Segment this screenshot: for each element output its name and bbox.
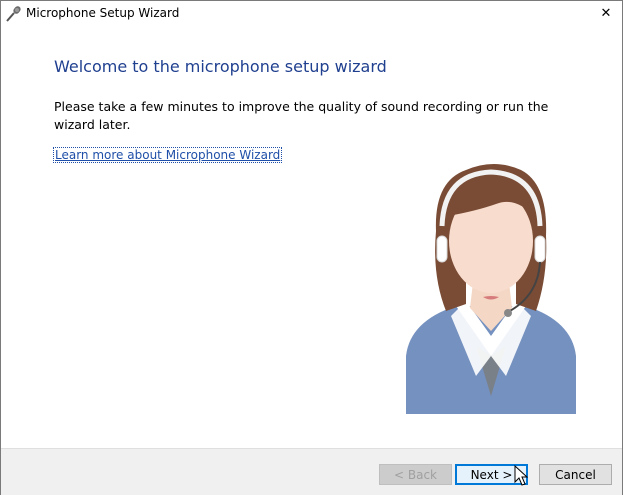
microphone-icon: [4, 5, 22, 23]
wizard-window: Microphone Setup Wizard ✕ Welcome to the…: [0, 0, 623, 495]
back-button[interactable]: < Back: [379, 464, 452, 485]
learn-more-link[interactable]: Learn more about Microphone Wizard: [52, 147, 283, 163]
window-title: Microphone Setup Wizard: [26, 6, 180, 20]
wizard-content: Welcome to the microphone setup wizard P…: [1, 26, 622, 448]
page-title: Welcome to the microphone setup wizard: [54, 57, 387, 76]
headset-operator-icon: [396, 156, 586, 416]
button-bar: < Back Next > Cancel: [1, 448, 622, 495]
cancel-button[interactable]: Cancel: [539, 464, 612, 485]
intro-text: Please take a few minutes to improve the…: [54, 99, 549, 132]
mouse-pointer-icon: [514, 464, 529, 487]
title-bar: Microphone Setup Wizard ✕: [1, 1, 622, 26]
close-icon: ✕: [600, 6, 612, 21]
close-button[interactable]: ✕: [590, 1, 622, 26]
